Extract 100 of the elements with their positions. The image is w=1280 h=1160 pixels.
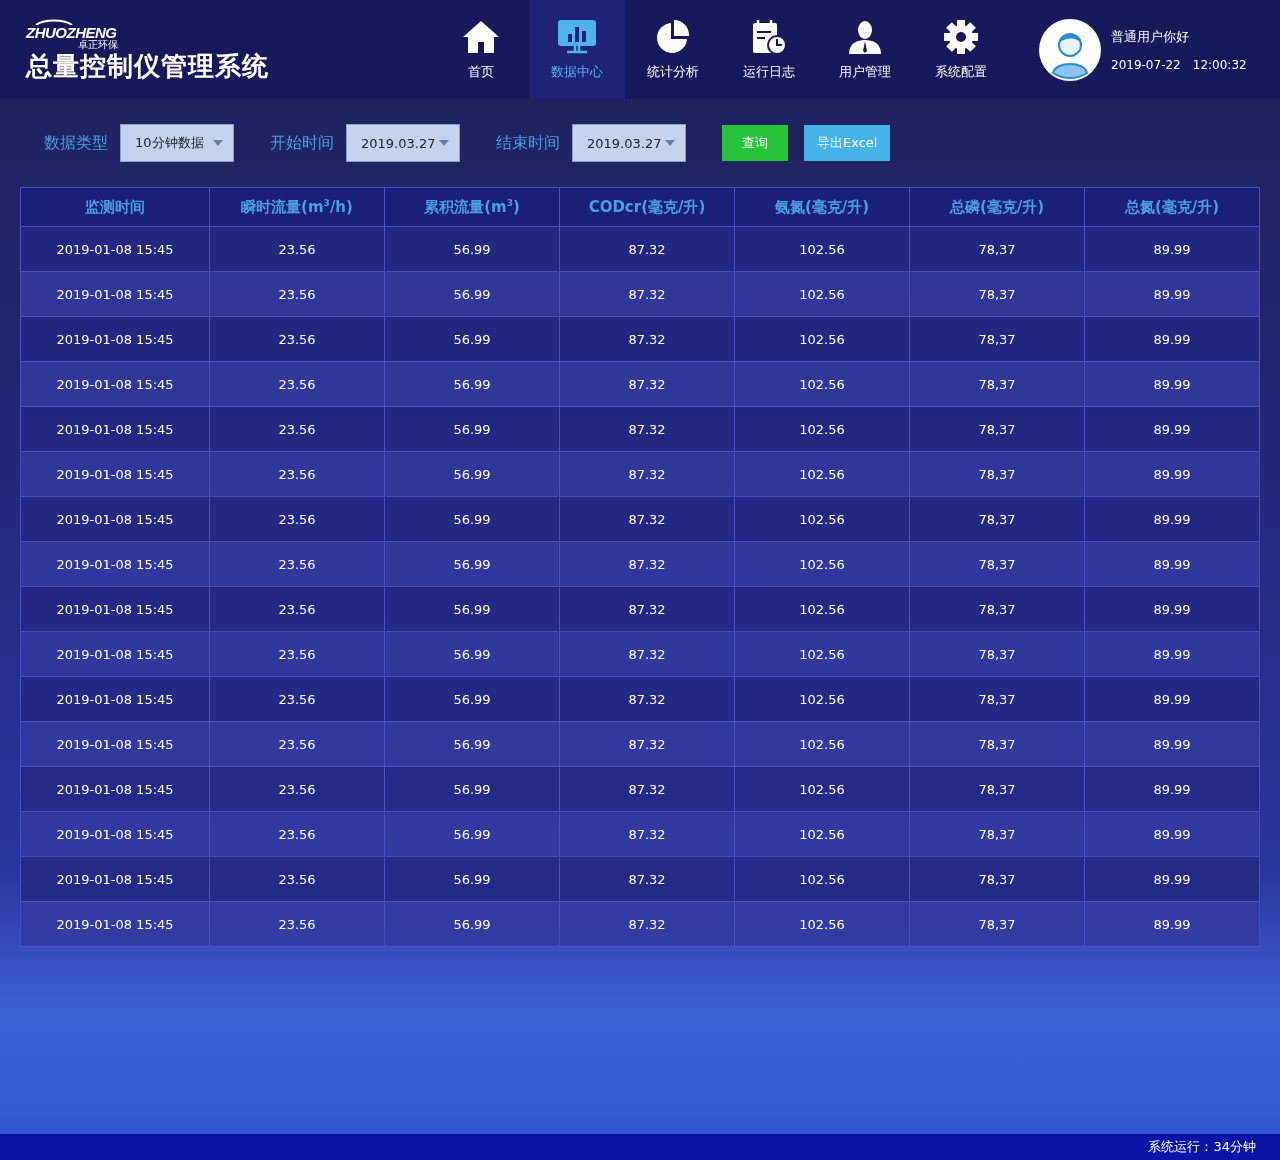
table-cell: 78,37 [909, 766, 1085, 812]
user-greeting: 普通用户你好 [1111, 27, 1190, 46]
filter-dropdown[interactable]: 10分钟数据 [120, 124, 234, 162]
table-cell: 78,37 [909, 676, 1085, 722]
column-header: 监测时间 [20, 187, 210, 227]
nav-tab[interactable]: 系统配置 [913, 0, 1009, 99]
table-cell: 2019-01-08 15:45 [20, 406, 210, 452]
table-cell: 56.99 [384, 766, 560, 812]
table-cell: 102.56 [734, 811, 910, 857]
table-cell: 89.99 [1084, 856, 1260, 902]
column-header: 累积流量(m$^{3}$) [384, 187, 560, 227]
table-cell: 87.32 [559, 361, 735, 407]
table-cell: 23.56 [209, 676, 385, 722]
column-header: CODcr(毫克/升) [559, 187, 735, 227]
table-cell: 87.32 [559, 721, 735, 767]
table-cell: 89.99 [1084, 901, 1260, 947]
table-cell: 78,37 [909, 586, 1085, 632]
table-cell: 102.56 [734, 316, 910, 362]
nav-tab[interactable]: 首页 [433, 0, 529, 99]
table-cell: 89.99 [1084, 541, 1260, 587]
table-cell: 102.56 [734, 496, 910, 542]
table-cell: 2019-01-08 15:45 [20, 586, 210, 632]
table-cell: 56.99 [384, 406, 560, 452]
column-header: 氨氮(毫克/升) [734, 187, 910, 227]
system-title: 总量控制仪管理系统 [26, 51, 270, 81]
column-header: 瞬时流量(m$^{3}$/h) [209, 187, 385, 227]
table-cell: 2019-01-08 15:45 [20, 721, 210, 767]
table-cell: 23.56 [209, 406, 385, 452]
caret-icon [213, 140, 223, 146]
table-cell: 2019-01-08 15:45 [20, 226, 210, 272]
filter-dropdown[interactable]: 2019.03.27 [572, 124, 686, 162]
table-cell: 102.56 [734, 226, 910, 272]
table-cell: 78,37 [909, 406, 1085, 452]
table-cell: 102.56 [734, 406, 910, 452]
table-cell: 78,37 [909, 631, 1085, 677]
table-cell: 2019-01-08 15:45 [20, 676, 210, 722]
table-cell: 87.32 [559, 676, 735, 722]
monitor-chart-icon [557, 18, 597, 55]
table-cell: 87.32 [559, 406, 735, 452]
table-cell: 87.32 [559, 316, 735, 362]
nav-tab[interactable]: 用户管理 [817, 0, 913, 99]
brand-logo-text: ZHUOZHENG [26, 24, 117, 40]
table-cell: 2019-01-08 15:45 [20, 811, 210, 857]
table-cell: 102.56 [734, 361, 910, 407]
table-cell: 102.56 [734, 676, 910, 722]
table-cell: 23.56 [209, 271, 385, 317]
table-cell: 78,37 [909, 721, 1085, 767]
table-cell: 87.32 [559, 541, 735, 587]
table-cell: 78,37 [909, 901, 1085, 947]
table-cell: 23.56 [209, 361, 385, 407]
table-cell: 23.56 [209, 541, 385, 587]
nav-tab[interactable]: 统计分析 [625, 0, 721, 99]
table-cell: 78,37 [909, 496, 1085, 542]
table-cell: 2019-01-08 15:45 [20, 856, 210, 902]
table-cell: 2019-01-08 15:45 [20, 541, 210, 587]
caret-icon [439, 140, 449, 146]
table-cell: 2019-01-08 15:45 [20, 271, 210, 317]
filter-label: 结束时间 [496, 132, 560, 154]
table-cell: 89.99 [1084, 226, 1260, 272]
settings-icon [941, 18, 981, 55]
table-cell: 56.99 [384, 316, 560, 362]
filter-dropdown[interactable]: 2019.03.27 [346, 124, 460, 162]
table-cell: 78,37 [909, 451, 1085, 497]
table-cell: 2019-01-08 15:45 [20, 451, 210, 497]
table-cell: 102.56 [734, 766, 910, 812]
nav-tab[interactable]: 数据中心 [529, 0, 625, 99]
table-cell: 2019-01-08 15:45 [20, 316, 210, 362]
table-cell: 56.99 [384, 676, 560, 722]
table-cell: 89.99 [1084, 721, 1260, 767]
table-cell: 89.99 [1084, 676, 1260, 722]
table-cell: 102.56 [734, 586, 910, 632]
table-cell: 102.56 [734, 721, 910, 767]
table-cell: 56.99 [384, 271, 560, 317]
table-cell: 89.99 [1084, 406, 1260, 452]
table-cell: 89.99 [1084, 811, 1260, 857]
table-cell: 89.99 [1084, 451, 1260, 497]
table-cell: 89.99 [1084, 631, 1260, 677]
filter-label: 数据类型 [44, 132, 108, 154]
table-cell: 102.56 [734, 451, 910, 497]
table-cell: 89.99 [1084, 361, 1260, 407]
filter-label: 开始时间 [270, 132, 334, 154]
table-cell: 56.99 [384, 856, 560, 902]
table-cell: 87.32 [559, 631, 735, 677]
table-cell: 87.32 [559, 226, 735, 272]
table-cell: 23.56 [209, 226, 385, 272]
table-cell: 56.99 [384, 496, 560, 542]
table-cell: 56.99 [384, 811, 560, 857]
table-cell: 87.32 [559, 496, 735, 542]
house-icon [461, 18, 501, 55]
current-time: 12:00:32 [1192, 57, 1247, 72]
table-cell: 87.32 [559, 766, 735, 812]
table-cell: 89.99 [1084, 586, 1260, 632]
brand-subtitle: 卓正环保 [78, 39, 118, 50]
table-cell: 102.56 [734, 271, 910, 317]
table-cell: 102.56 [734, 631, 910, 677]
table-cell: 89.99 [1084, 496, 1260, 542]
table-cell: 89.99 [1084, 271, 1260, 317]
table-cell: 23.56 [209, 766, 385, 812]
nav-tab[interactable]: 运行日志 [721, 0, 817, 99]
table-cell: 2019-01-08 15:45 [20, 496, 210, 542]
